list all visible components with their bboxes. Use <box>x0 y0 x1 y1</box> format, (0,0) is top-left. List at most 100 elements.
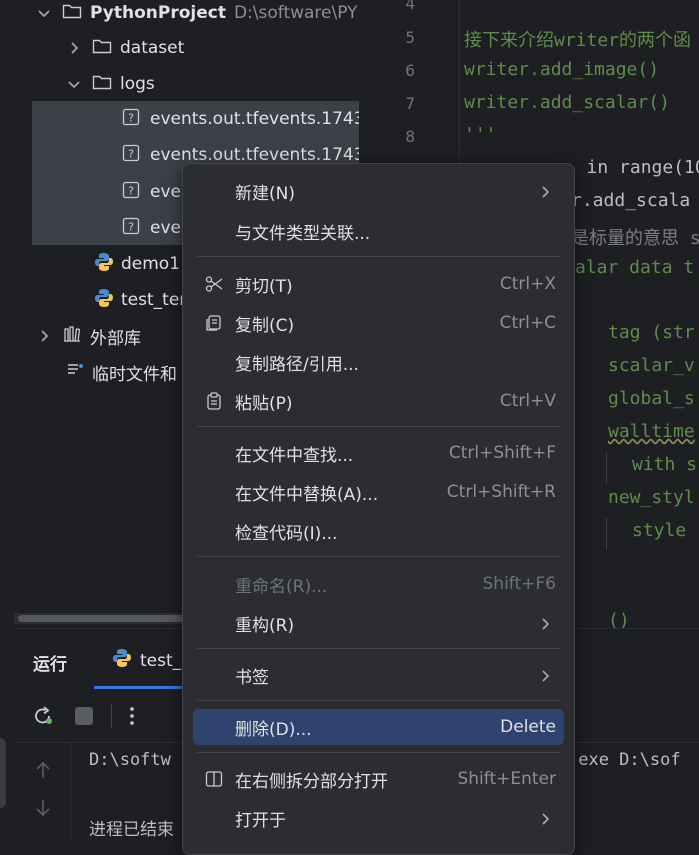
menu-item-paste[interactable]: 粘贴(P) Ctrl+V <box>193 383 564 419</box>
menu-item-inspect-code[interactable]: 检查代码(I)... <box>193 513 564 549</box>
code-line: style <box>632 520 687 541</box>
chevron-right-icon[interactable] <box>36 328 52 344</box>
line-number: 6 <box>405 61 415 80</box>
tree-item-label: 临时文件和 <box>92 364 177 385</box>
menu-separator <box>197 700 560 701</box>
chevron-down-icon[interactable] <box>36 5 52 21</box>
line-number: 7 <box>405 94 415 113</box>
menu-separator <box>197 648 560 649</box>
indent-guide <box>606 518 607 550</box>
tree-item-label: 外部库 <box>90 328 141 349</box>
clipboard-icon <box>205 392 223 410</box>
python-file-icon <box>94 252 114 277</box>
unknown-file-icon: ? <box>122 108 140 131</box>
tree-row-test-ter[interactable]: test_ter <box>94 283 186 317</box>
tree-item-label: test_ter <box>121 290 187 310</box>
split-view-icon <box>205 770 223 788</box>
python-file-icon <box>94 288 114 313</box>
tree-row-external-libs[interactable]: 外部库 <box>36 319 141 353</box>
tree-row-scratches[interactable]: 临时文件和 <box>66 355 177 389</box>
chevron-down-icon[interactable] <box>66 76 82 92</box>
chevron-right-icon <box>538 668 552 682</box>
tree-item-label: events.out.tfevents.1743 <box>150 109 359 129</box>
context-menu: 新建(N) 与文件类型关联... 剪切(T) Ctrl+X 复制(C) Ctrl… <box>182 163 575 855</box>
menu-item-copy[interactable]: 复制(C) Ctrl+C <box>193 305 564 341</box>
svg-text:?: ? <box>128 220 134 233</box>
console-side-toolbar <box>14 742 71 841</box>
unknown-file-icon: ? <box>122 144 140 167</box>
code-line: with s <box>632 454 698 475</box>
indent-guide <box>606 452 607 484</box>
console-line: 进程已结束 <box>89 820 174 840</box>
tree-item-label: events.out.tfevents.1743 <box>150 145 359 165</box>
menu-separator <box>197 426 560 427</box>
rerun-icon[interactable] <box>31 704 55 732</box>
folder-icon <box>92 37 112 60</box>
menu-item-copy-path[interactable]: 复制路径/引用... <box>193 344 564 380</box>
arrow-up-icon[interactable] <box>34 760 52 784</box>
menu-item-cut[interactable]: 剪切(T) Ctrl+X <box>193 266 564 302</box>
tree-item-label: logs <box>120 74 155 94</box>
tool-strip-selection <box>0 738 6 808</box>
toolbar-divider <box>111 704 112 728</box>
menu-item-rename[interactable]: 重命名(R)... Shift+F6 <box>193 566 564 602</box>
tree-item-label: dataset <box>120 38 185 58</box>
menu-item-new[interactable]: 新建(N) <box>193 173 564 209</box>
code-line: scalar_v <box>608 355 695 376</box>
line-number: 4 <box>405 0 415 13</box>
code-line: 接下来介绍writer的两个函 <box>464 30 692 51</box>
console-line: D:\softw <box>89 750 171 770</box>
tree-row-logs[interactable]: logs <box>66 67 155 101</box>
code-line: r.add_scala <box>571 190 691 211</box>
code-line: walltime <box>608 421 695 442</box>
library-icon <box>62 325 82 348</box>
menu-item-replace-in-files[interactable]: 在文件中替换(A)... Ctrl+Shift+R <box>193 474 564 510</box>
run-tab-label: test_ <box>140 650 182 671</box>
chevron-right-icon[interactable] <box>66 40 82 56</box>
menu-separator <box>197 556 560 557</box>
code-line: writer.add_scalar() <box>464 92 670 113</box>
code-line: global_s <box>608 388 695 409</box>
menu-item-open-split-right[interactable]: 在右侧拆分部分打开 Shift+Enter <box>193 761 564 797</box>
scissors-icon <box>205 275 223 293</box>
scratches-icon <box>66 361 86 384</box>
code-line: ''' <box>464 0 497 9</box>
python-file-icon <box>112 648 132 673</box>
menu-item-associate-file-type[interactable]: 与文件类型关联... <box>193 213 564 249</box>
tree-item-label: demo1 <box>121 254 181 274</box>
tree-row-event-file-1[interactable]: ? events.out.tfevents.1743 <box>122 102 359 136</box>
run-tab-test[interactable]: test_ <box>112 648 181 673</box>
code-line: () <box>608 610 630 628</box>
folder-icon <box>92 73 112 96</box>
more-vertical-icon[interactable] <box>125 704 139 732</box>
code-line: in range(100): <box>586 157 699 178</box>
menu-item-open-in[interactable]: 打开于 <box>193 800 564 836</box>
active-tab-indicator <box>94 686 184 689</box>
stop-icon[interactable] <box>75 707 93 725</box>
line-number: 5 <box>405 28 415 47</box>
menu-item-bookmarks[interactable]: 书签 <box>193 657 564 693</box>
code-line: 是标量的意思 s <box>571 228 699 249</box>
svg-text:?: ? <box>128 184 134 197</box>
tree-row-root[interactable]: PythonProject D:\software\PY <box>36 0 358 30</box>
code-line: ''' <box>464 124 497 145</box>
chevron-right-icon <box>538 811 552 825</box>
menu-item-delete[interactable]: 删除(D)... Delete <box>193 709 564 745</box>
project-root-path: D:\software\PY <box>233 3 358 23</box>
run-panel-title: 运行 <box>33 655 67 675</box>
tree-row-dataset[interactable]: dataset <box>66 31 184 65</box>
code-line: alar data t <box>575 257 695 278</box>
tree-row-demo1[interactable]: demo1 <box>94 247 180 281</box>
line-number: 8 <box>405 127 415 146</box>
chevron-right-icon <box>538 616 552 630</box>
arrow-down-icon[interactable] <box>34 798 52 822</box>
menu-separator <box>197 752 560 753</box>
menu-item-find-in-files[interactable]: 在文件中查找... Ctrl+Shift+F <box>193 435 564 471</box>
console-line: .exe D:\sof <box>568 750 681 770</box>
menu-item-refactor[interactable]: 重构(R) <box>193 605 564 641</box>
code-line: new_styl <box>608 487 695 508</box>
unknown-file-icon: ? <box>122 181 140 204</box>
copy-icon <box>205 314 223 332</box>
code-line: writer.add_image() <box>464 59 660 80</box>
svg-text:?: ? <box>128 147 134 160</box>
